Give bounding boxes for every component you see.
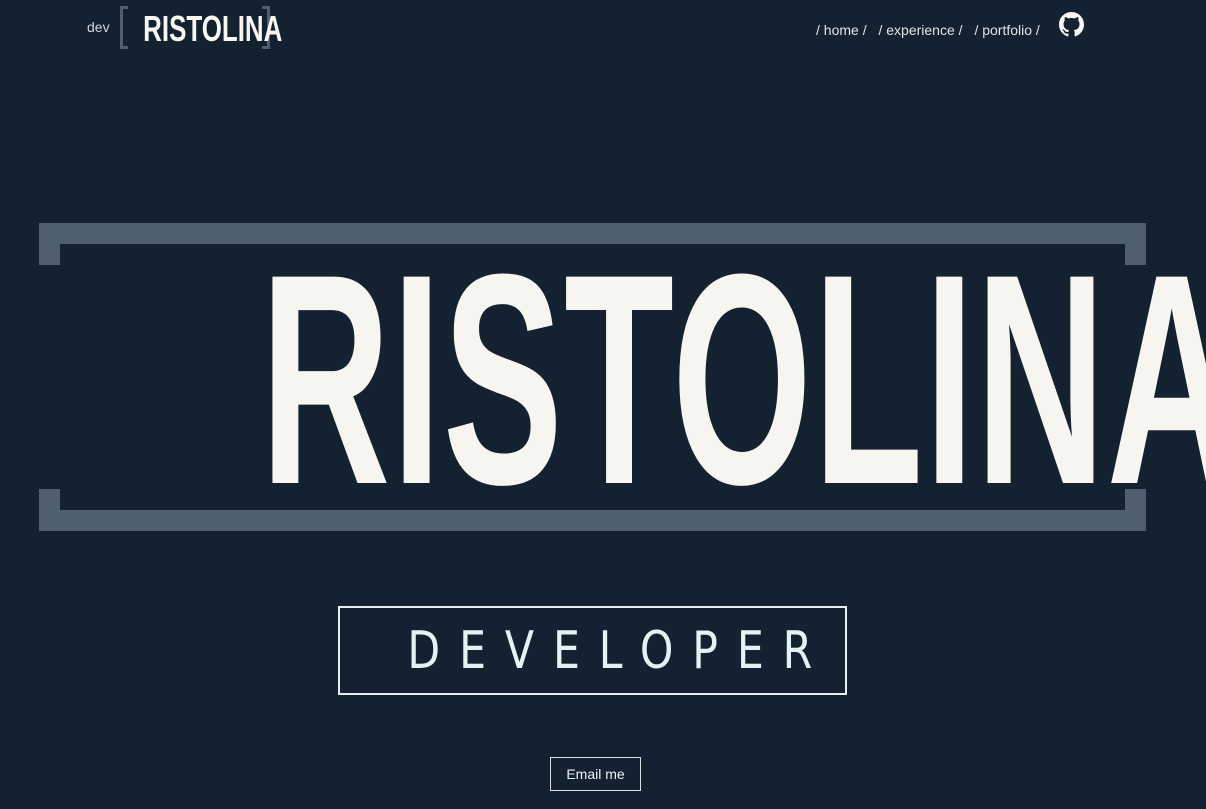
hero-frame-bottom-left <box>39 489 60 531</box>
brand-logo[interactable]: RISTOLINA <box>120 6 283 49</box>
page: dev RISTOLINA / home / / experience / / … <box>0 0 1206 809</box>
hero-frame-top-left <box>39 223 60 265</box>
github-icon-svg <box>1059 12 1084 37</box>
hero-title: RISTOLINA <box>260 211 1206 547</box>
brand-logo-text: RISTOLINA <box>143 8 283 49</box>
role-box: DEVELOPER <box>338 606 847 695</box>
nav-home[interactable]: / home / <box>816 22 867 38</box>
brand-prefix: dev <box>87 19 110 35</box>
main-nav: / home / / experience / / portfolio / <box>816 22 1048 38</box>
nav-portfolio[interactable]: / portfolio / <box>974 22 1039 38</box>
email-button[interactable]: Email me <box>550 757 641 791</box>
github-icon[interactable] <box>1059 12 1084 37</box>
role-text: DEVELOPER <box>407 621 832 681</box>
nav-experience[interactable]: / experience / <box>878 22 962 38</box>
